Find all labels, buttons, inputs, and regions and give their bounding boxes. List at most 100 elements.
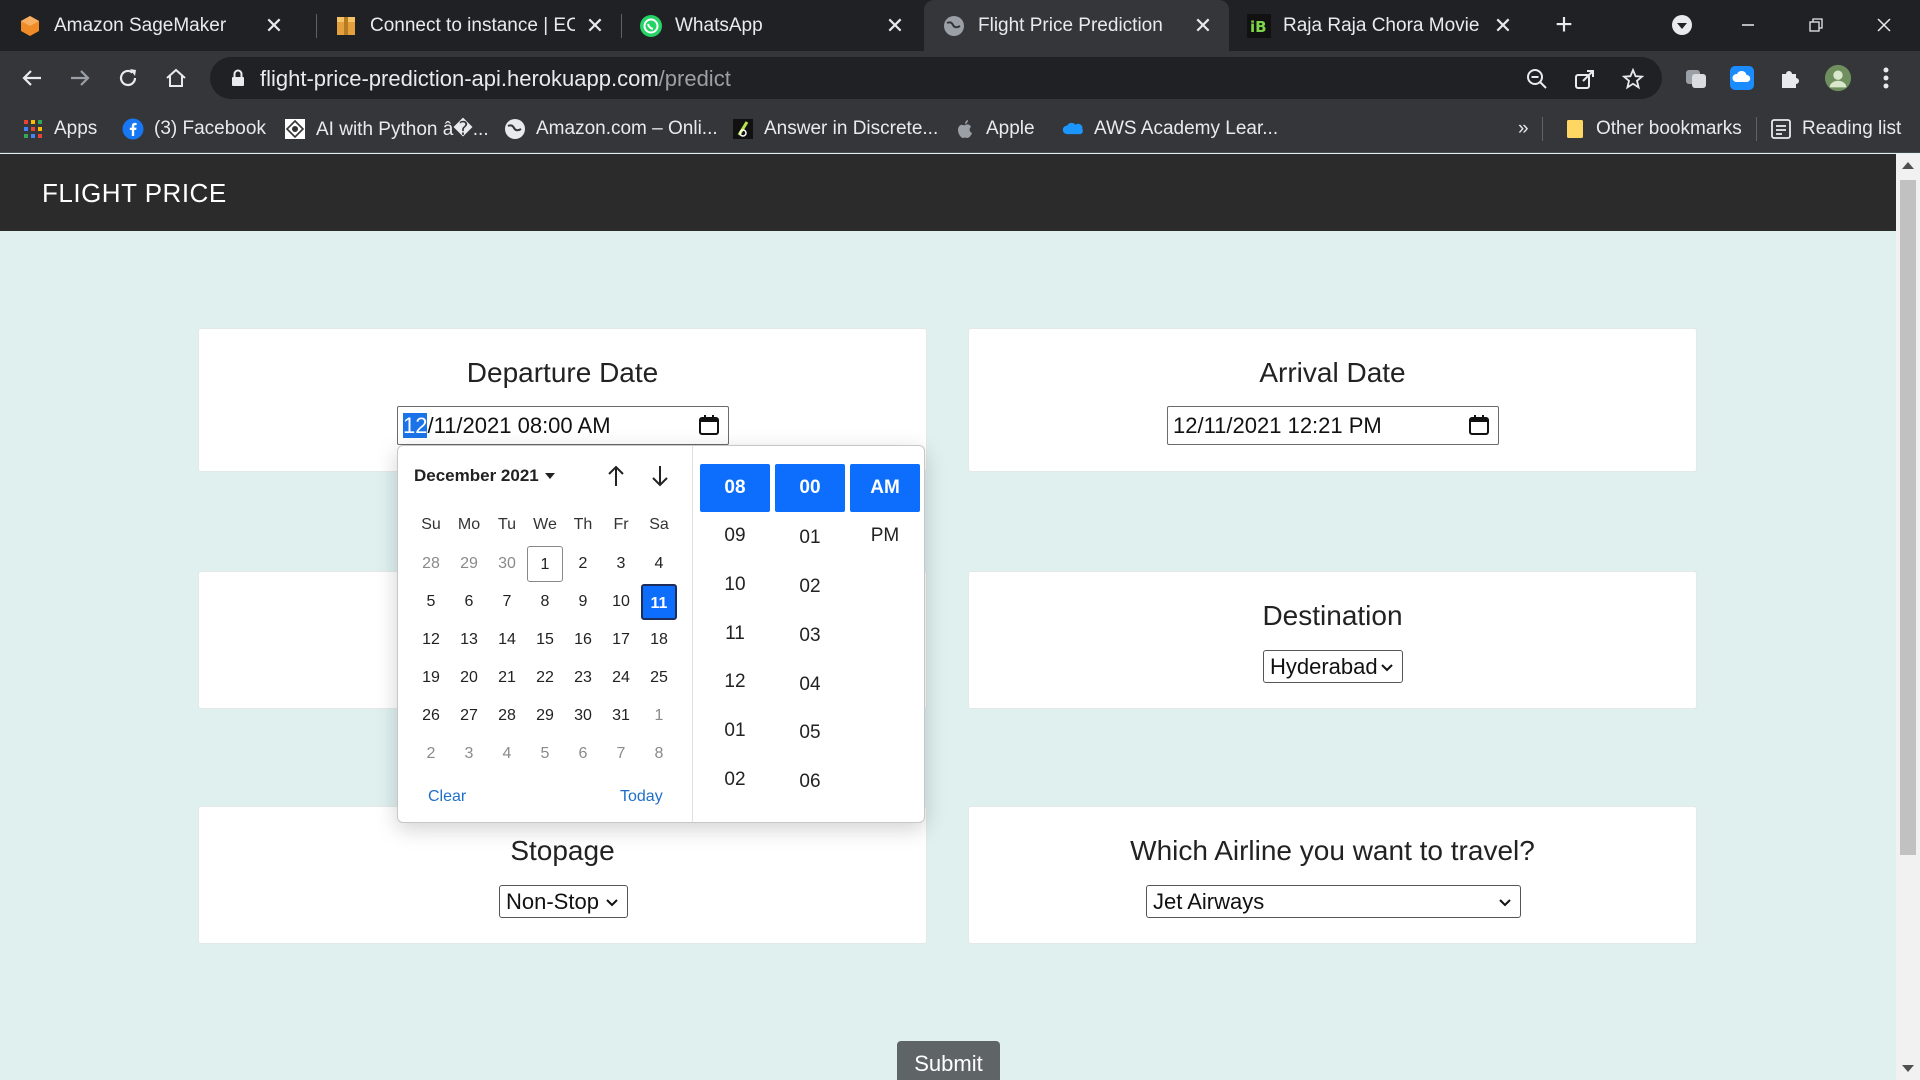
- more-menu-icon[interactable]: [1872, 64, 1900, 92]
- minimize-button[interactable]: [1728, 8, 1768, 42]
- calendar-day[interactable]: 26: [413, 698, 449, 734]
- calendar-day[interactable]: 17: [603, 622, 639, 658]
- extension-icon[interactable]: [1682, 64, 1710, 92]
- arrival-datetime-input[interactable]: 12/11/2021 12:21 PM: [1167, 406, 1499, 445]
- cloud-extension-icon[interactable]: [1728, 64, 1756, 92]
- calendar-day[interactable]: 7: [603, 736, 639, 772]
- prev-month-button[interactable]: [602, 462, 630, 490]
- bookmark-amazon[interactable]: Amazon.com – Onli...: [504, 115, 718, 143]
- calendar-day[interactable]: 2: [413, 736, 449, 772]
- bookmark-apps[interactable]: Apps: [22, 115, 97, 143]
- pm-option[interactable]: PM: [850, 512, 920, 560]
- calendar-day[interactable]: 4: [489, 736, 525, 772]
- lock-icon[interactable]: [228, 68, 248, 88]
- page-scrollbar[interactable]: [1896, 154, 1920, 1080]
- other-bookmarks-folder[interactable]: Other bookmarks: [1564, 115, 1742, 143]
- minute-option[interactable]: 04: [775, 661, 845, 709]
- calendar-day[interactable]: 21: [489, 660, 525, 696]
- calendar-day[interactable]: 5: [413, 584, 449, 620]
- calendar-day[interactable]: 4: [641, 546, 677, 582]
- clear-button[interactable]: Clear: [428, 788, 466, 806]
- bookmark-answer-discrete[interactable]: Answer in Discrete...: [732, 115, 938, 143]
- home-button[interactable]: [158, 60, 194, 96]
- calendar-day[interactable]: 6: [565, 736, 601, 772]
- address-bar[interactable]: flight-price-prediction-api.herokuapp.co…: [210, 57, 1662, 99]
- close-tab-icon[interactable]: ✕: [883, 13, 907, 38]
- bookmark-aws-academy[interactable]: AWS Academy Lear...: [1062, 115, 1278, 143]
- close-tab-icon[interactable]: ✕: [583, 13, 607, 38]
- scrollbar-thumb[interactable]: [1900, 180, 1916, 855]
- tab-whatsapp[interactable]: WhatsApp ✕: [621, 0, 921, 51]
- reading-list-button[interactable]: Reading list: [1770, 115, 1901, 143]
- tab-flight-price-prediction[interactable]: Flight Price Prediction ✕: [924, 0, 1229, 51]
- calendar-day-selected[interactable]: 11: [641, 584, 677, 620]
- close-tab-icon[interactable]: ✕: [262, 13, 286, 38]
- calendar-day[interactable]: 7: [489, 584, 525, 620]
- new-tab-button[interactable]: +: [1548, 10, 1580, 42]
- calendar-day[interactable]: 1: [641, 698, 677, 734]
- bookmark-facebook[interactable]: (3) Facebook: [122, 115, 266, 143]
- back-button[interactable]: [14, 60, 50, 96]
- calendar-day[interactable]: 18: [641, 622, 677, 658]
- destination-select[interactable]: Hyderabad: [1263, 650, 1403, 683]
- calendar-day[interactable]: 23: [565, 660, 601, 696]
- minute-option[interactable]: 06: [775, 758, 845, 806]
- calendar-day[interactable]: 12: [413, 622, 449, 658]
- calendar-day[interactable]: 8: [641, 736, 677, 772]
- tab-search-button[interactable]: [1662, 8, 1702, 42]
- calendar-day[interactable]: 27: [451, 698, 487, 734]
- calendar-day[interactable]: 25: [641, 660, 677, 696]
- close-window-button[interactable]: [1864, 8, 1904, 42]
- calendar-day-today[interactable]: 1: [527, 546, 563, 582]
- avatar[interactable]: [1824, 64, 1852, 92]
- tab-connect-instance[interactable]: Connect to instance | EC2 ✕: [316, 0, 621, 51]
- minute-option[interactable]: 01: [775, 514, 845, 562]
- close-tab-icon[interactable]: ✕: [1491, 13, 1515, 38]
- calendar-day[interactable]: 28: [413, 546, 449, 582]
- calendar-day[interactable]: 14: [489, 622, 525, 658]
- submit-button[interactable]: Submit: [897, 1041, 1000, 1080]
- next-month-button[interactable]: [646, 462, 674, 490]
- share-icon[interactable]: [1572, 66, 1598, 92]
- hour-option[interactable]: 12: [700, 658, 770, 706]
- am-option-selected[interactable]: AM: [850, 464, 920, 512]
- calendar-day[interactable]: 31: [603, 698, 639, 734]
- month-selector[interactable]: December 2021: [414, 466, 555, 486]
- close-tab-icon[interactable]: ✕: [1191, 13, 1215, 38]
- calendar-day[interactable]: 22: [527, 660, 563, 696]
- calendar-day[interactable]: 3: [451, 736, 487, 772]
- scroll-down-arrow-icon[interactable]: [1902, 1065, 1914, 1072]
- bookmark-star-icon[interactable]: [1620, 66, 1646, 92]
- bookmark-ai-python[interactable]: AI with Python â�...: [284, 115, 489, 143]
- calendar-day[interactable]: 3: [603, 546, 639, 582]
- bookmark-apple[interactable]: Apple: [954, 115, 1035, 143]
- calendar-day[interactable]: 29: [451, 546, 487, 582]
- hour-option[interactable]: 01: [700, 707, 770, 755]
- calendar-day[interactable]: 15: [527, 622, 563, 658]
- puzzle-icon[interactable]: [1776, 64, 1804, 92]
- calendar-day[interactable]: 24: [603, 660, 639, 696]
- minute-option[interactable]: 03: [775, 612, 845, 660]
- zoom-icon[interactable]: [1524, 66, 1550, 92]
- calendar-day[interactable]: 13: [451, 622, 487, 658]
- calendar-day[interactable]: 10: [603, 584, 639, 620]
- minute-option[interactable]: 05: [775, 709, 845, 757]
- calendar-day[interactable]: 5: [527, 736, 563, 772]
- reload-button[interactable]: [110, 60, 146, 96]
- calendar-day[interactable]: 6: [451, 584, 487, 620]
- scroll-up-arrow-icon[interactable]: [1902, 162, 1914, 169]
- hour-option[interactable]: 02: [700, 756, 770, 804]
- hour-option[interactable]: 10: [700, 561, 770, 609]
- minute-option-selected[interactable]: 00: [775, 464, 845, 512]
- stopage-select[interactable]: Non-Stop: [499, 885, 628, 918]
- calendar-icon[interactable]: [698, 414, 720, 436]
- tab-raja-raja-chora[interactable]: iB Raja Raja Chora Movie Wa ✕: [1229, 0, 1529, 51]
- today-button[interactable]: Today: [620, 788, 663, 806]
- calendar-day[interactable]: 9: [565, 584, 601, 620]
- brand-title[interactable]: FLIGHT PRICE: [42, 178, 227, 209]
- calendar-day[interactable]: 19: [413, 660, 449, 696]
- tab-amazon-sagemaker[interactable]: Amazon SageMaker ✕: [0, 0, 300, 51]
- departure-datetime-input[interactable]: 12/11/2021 08:00 AM: [397, 406, 729, 445]
- calendar-day[interactable]: 16: [565, 622, 601, 658]
- hour-option[interactable]: 11: [700, 610, 770, 658]
